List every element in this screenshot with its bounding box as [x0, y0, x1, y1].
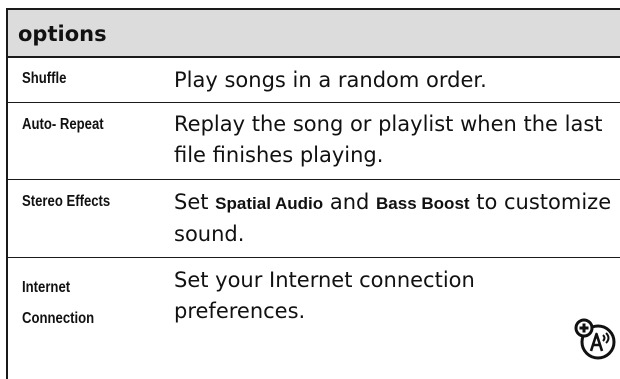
table-row: Shuffle Play songs in a random order.	[8, 58, 620, 103]
description-line: preferences.	[174, 299, 306, 323]
description-line: Set your Internet connection	[174, 268, 475, 292]
option-description: Play songs in a random order.	[174, 68, 487, 92]
table-row: Internet Connection Set your Internet co…	[8, 258, 620, 379]
option-name-line: Internet	[22, 279, 71, 296]
options-table: options Shuffle Play songs in a random o…	[6, 8, 620, 379]
table-row: Stereo Effects Set Spatial Audio and Bas…	[8, 180, 620, 258]
option-name: Internet Connection	[22, 272, 94, 334]
description-line: sound.	[174, 222, 245, 246]
table-header: options	[8, 8, 620, 58]
table-row: Auto- Repeat Replay the song or playlist…	[8, 103, 620, 180]
description-text: Set	[174, 190, 216, 214]
description-text: to customize	[469, 190, 612, 214]
description-text: and	[323, 190, 377, 214]
option-name-line: Connection	[22, 310, 95, 327]
option-description: Set Spatial Audio and Bass Boost to cust…	[174, 187, 614, 250]
description-line: Set Spatial Audio and Bass Boost to cust…	[174, 187, 614, 219]
option-name: Auto- Repeat	[22, 116, 104, 133]
spatial-audio-term: Spatial Audio	[215, 194, 324, 213]
description-line: Replay the song or playlist when the las…	[174, 112, 603, 136]
bass-boost-term: Bass Boost	[376, 194, 470, 213]
description-line: file finishes playing.	[174, 143, 384, 167]
table-title: options	[18, 22, 107, 46]
option-name: Shuffle	[22, 70, 67, 87]
option-description: Replay the song or playlist when the las…	[174, 109, 614, 171]
option-name: Stereo Effects	[22, 193, 111, 210]
network-dependent-feature-icon	[574, 318, 616, 360]
option-description: Set your Internet connection preferences…	[174, 265, 614, 327]
